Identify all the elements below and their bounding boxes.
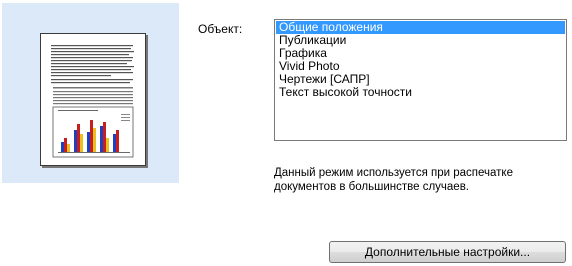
object-label: Объект: — [198, 22, 243, 36]
mode-description: Данный режим используется при распечатке… — [274, 167, 513, 193]
page-preview-thumbnail — [40, 33, 146, 166]
object-listbox[interactable]: Общие положения Публикации Графика Vivid… — [274, 19, 567, 141]
preview-panel — [2, 3, 179, 183]
advanced-settings-button[interactable]: Дополнительные настройки... — [329, 241, 566, 263]
page-preview-graphic — [51, 45, 134, 158]
list-item-high-precision-text[interactable]: Текст высокой точности — [276, 86, 565, 99]
